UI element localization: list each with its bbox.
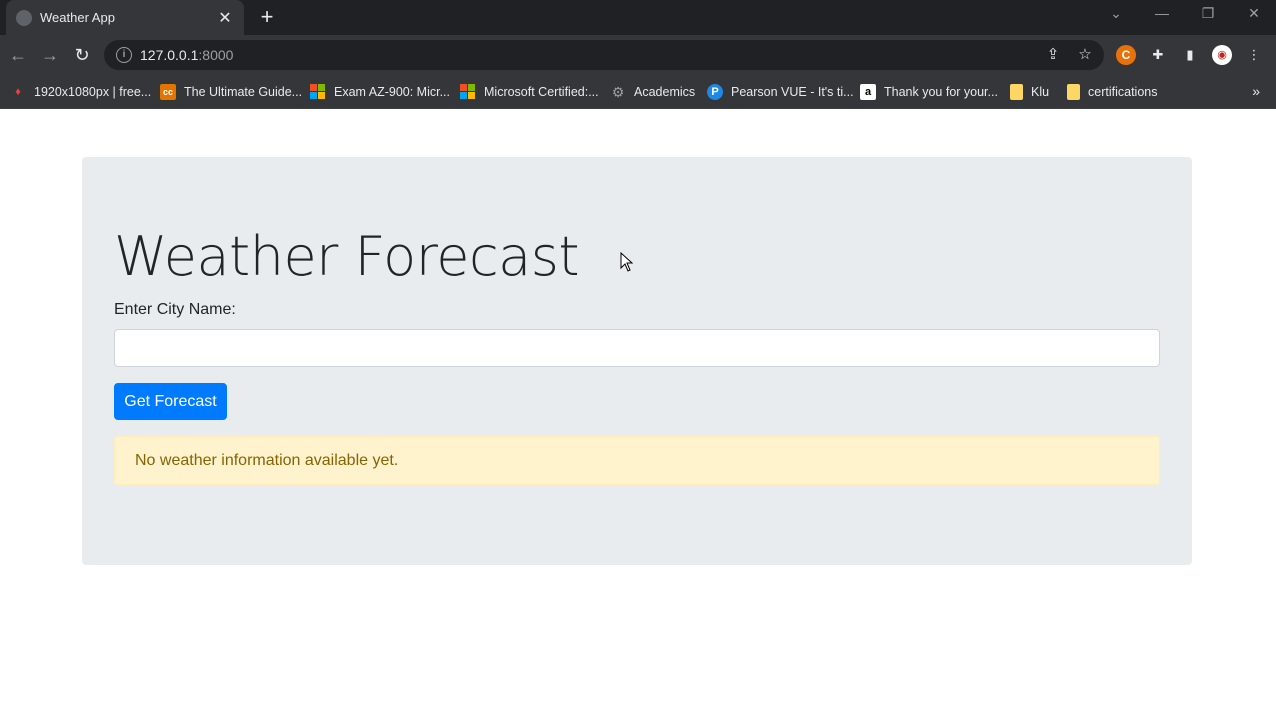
address-bar[interactable]: i 127.0.0.1:8000 ⇪ ☆	[104, 40, 1104, 70]
forward-arrow-icon[interactable]: →	[38, 43, 62, 67]
profile-avatar-icon[interactable]: ◉	[1212, 45, 1232, 65]
bookmark-item[interactable]: cc The Ultimate Guide...	[160, 83, 302, 101]
tab-weather-app[interactable]: Weather App ✕	[6, 0, 244, 35]
back-arrow-icon[interactable]: ←	[6, 43, 30, 67]
cc-icon: cc	[160, 84, 176, 100]
info-icon[interactable]: i	[116, 47, 132, 63]
microsoft-icon	[460, 84, 476, 100]
minimize-icon[interactable]: —	[1150, 5, 1174, 21]
city-label: Enter City Name:	[114, 301, 236, 318]
bookmark-label: Exam AZ-900: Micr...	[334, 85, 451, 99]
bookmark-item[interactable]: certifications	[1067, 83, 1157, 101]
restore-icon[interactable]: ❐	[1196, 5, 1220, 22]
bookmark-label: Thank you for your...	[884, 85, 998, 99]
bookmarks-overflow-button[interactable]: »	[1252, 83, 1260, 99]
close-icon[interactable]: ✕	[216, 8, 234, 28]
chevron-down-icon[interactable]: ⌄	[1104, 5, 1128, 22]
city-input[interactable]	[114, 329, 1160, 367]
get-forecast-button[interactable]: Get Forecast	[114, 383, 227, 420]
bookmark-item[interactable]: ♦ 1920x1080px | free...	[10, 83, 151, 101]
bookmark-item[interactable]: Microsoft Certified:...	[460, 83, 599, 101]
tab-title: Weather App	[40, 10, 115, 25]
window-close-icon[interactable]: ✕	[1242, 5, 1266, 22]
bookmark-label: Microsoft Certified:...	[484, 85, 599, 99]
tab-strip: Weather App ✕ + ⌄ — ❐ ✕	[0, 0, 1276, 35]
bookmark-label: Pearson VUE - It's ti...	[731, 85, 854, 99]
bookmark-label: 1920x1080px | free...	[34, 85, 152, 99]
folder-icon	[1067, 84, 1080, 100]
flame-icon: ♦	[15, 86, 21, 98]
page-title: Weather Forecast	[114, 225, 580, 288]
bookmarks-bar: ♦ 1920x1080px | free... cc The Ultimate …	[0, 75, 1276, 109]
browser-toolbar: ← → ↻ i 127.0.0.1:8000 ⇪ ☆ C ✚ ▮ ◉ ⋮	[0, 35, 1276, 75]
bookmark-item[interactable]: ⚙ Academics	[610, 83, 695, 101]
amazon-icon: a	[860, 84, 876, 100]
status-alert: No weather information available yet.	[114, 436, 1160, 485]
folder-icon	[1010, 84, 1023, 100]
bookmark-label: certifications	[1088, 85, 1158, 99]
bookmark-label: Academics	[634, 85, 696, 99]
side-panel-icon[interactable]: ▮	[1180, 45, 1200, 65]
star-icon[interactable]: ☆	[1076, 46, 1094, 64]
bookmark-label: Klu	[1031, 85, 1050, 99]
forecast-panel: Weather Forecast Enter City Name: Get Fo…	[82, 157, 1192, 565]
bookmark-item[interactable]: P Pearson VUE - It's ti...	[707, 83, 854, 101]
bookmark-label: The Ultimate Guide...	[184, 85, 303, 99]
share-icon[interactable]: ⇪	[1044, 46, 1062, 64]
bookmark-item[interactable]: a Thank you for your...	[860, 83, 998, 101]
extension-c-icon[interactable]: C	[1116, 45, 1136, 65]
new-tab-button[interactable]: +	[256, 6, 278, 28]
microsoft-icon	[310, 84, 326, 100]
bookmark-item[interactable]: Exam AZ-900: Micr...	[310, 83, 450, 101]
mouse-cursor-icon	[620, 252, 634, 272]
bookmark-item[interactable]: Klu	[1010, 83, 1049, 101]
pearson-icon: P	[707, 84, 723, 100]
gear-icon: ⚙	[611, 84, 625, 100]
globe-icon	[16, 9, 32, 26]
url-text: 127.0.0.1:8000	[140, 47, 234, 63]
kebab-menu-icon[interactable]: ⋮	[1244, 45, 1264, 65]
reload-icon[interactable]: ↻	[70, 43, 94, 67]
puzzle-icon[interactable]: ✚	[1148, 45, 1168, 65]
